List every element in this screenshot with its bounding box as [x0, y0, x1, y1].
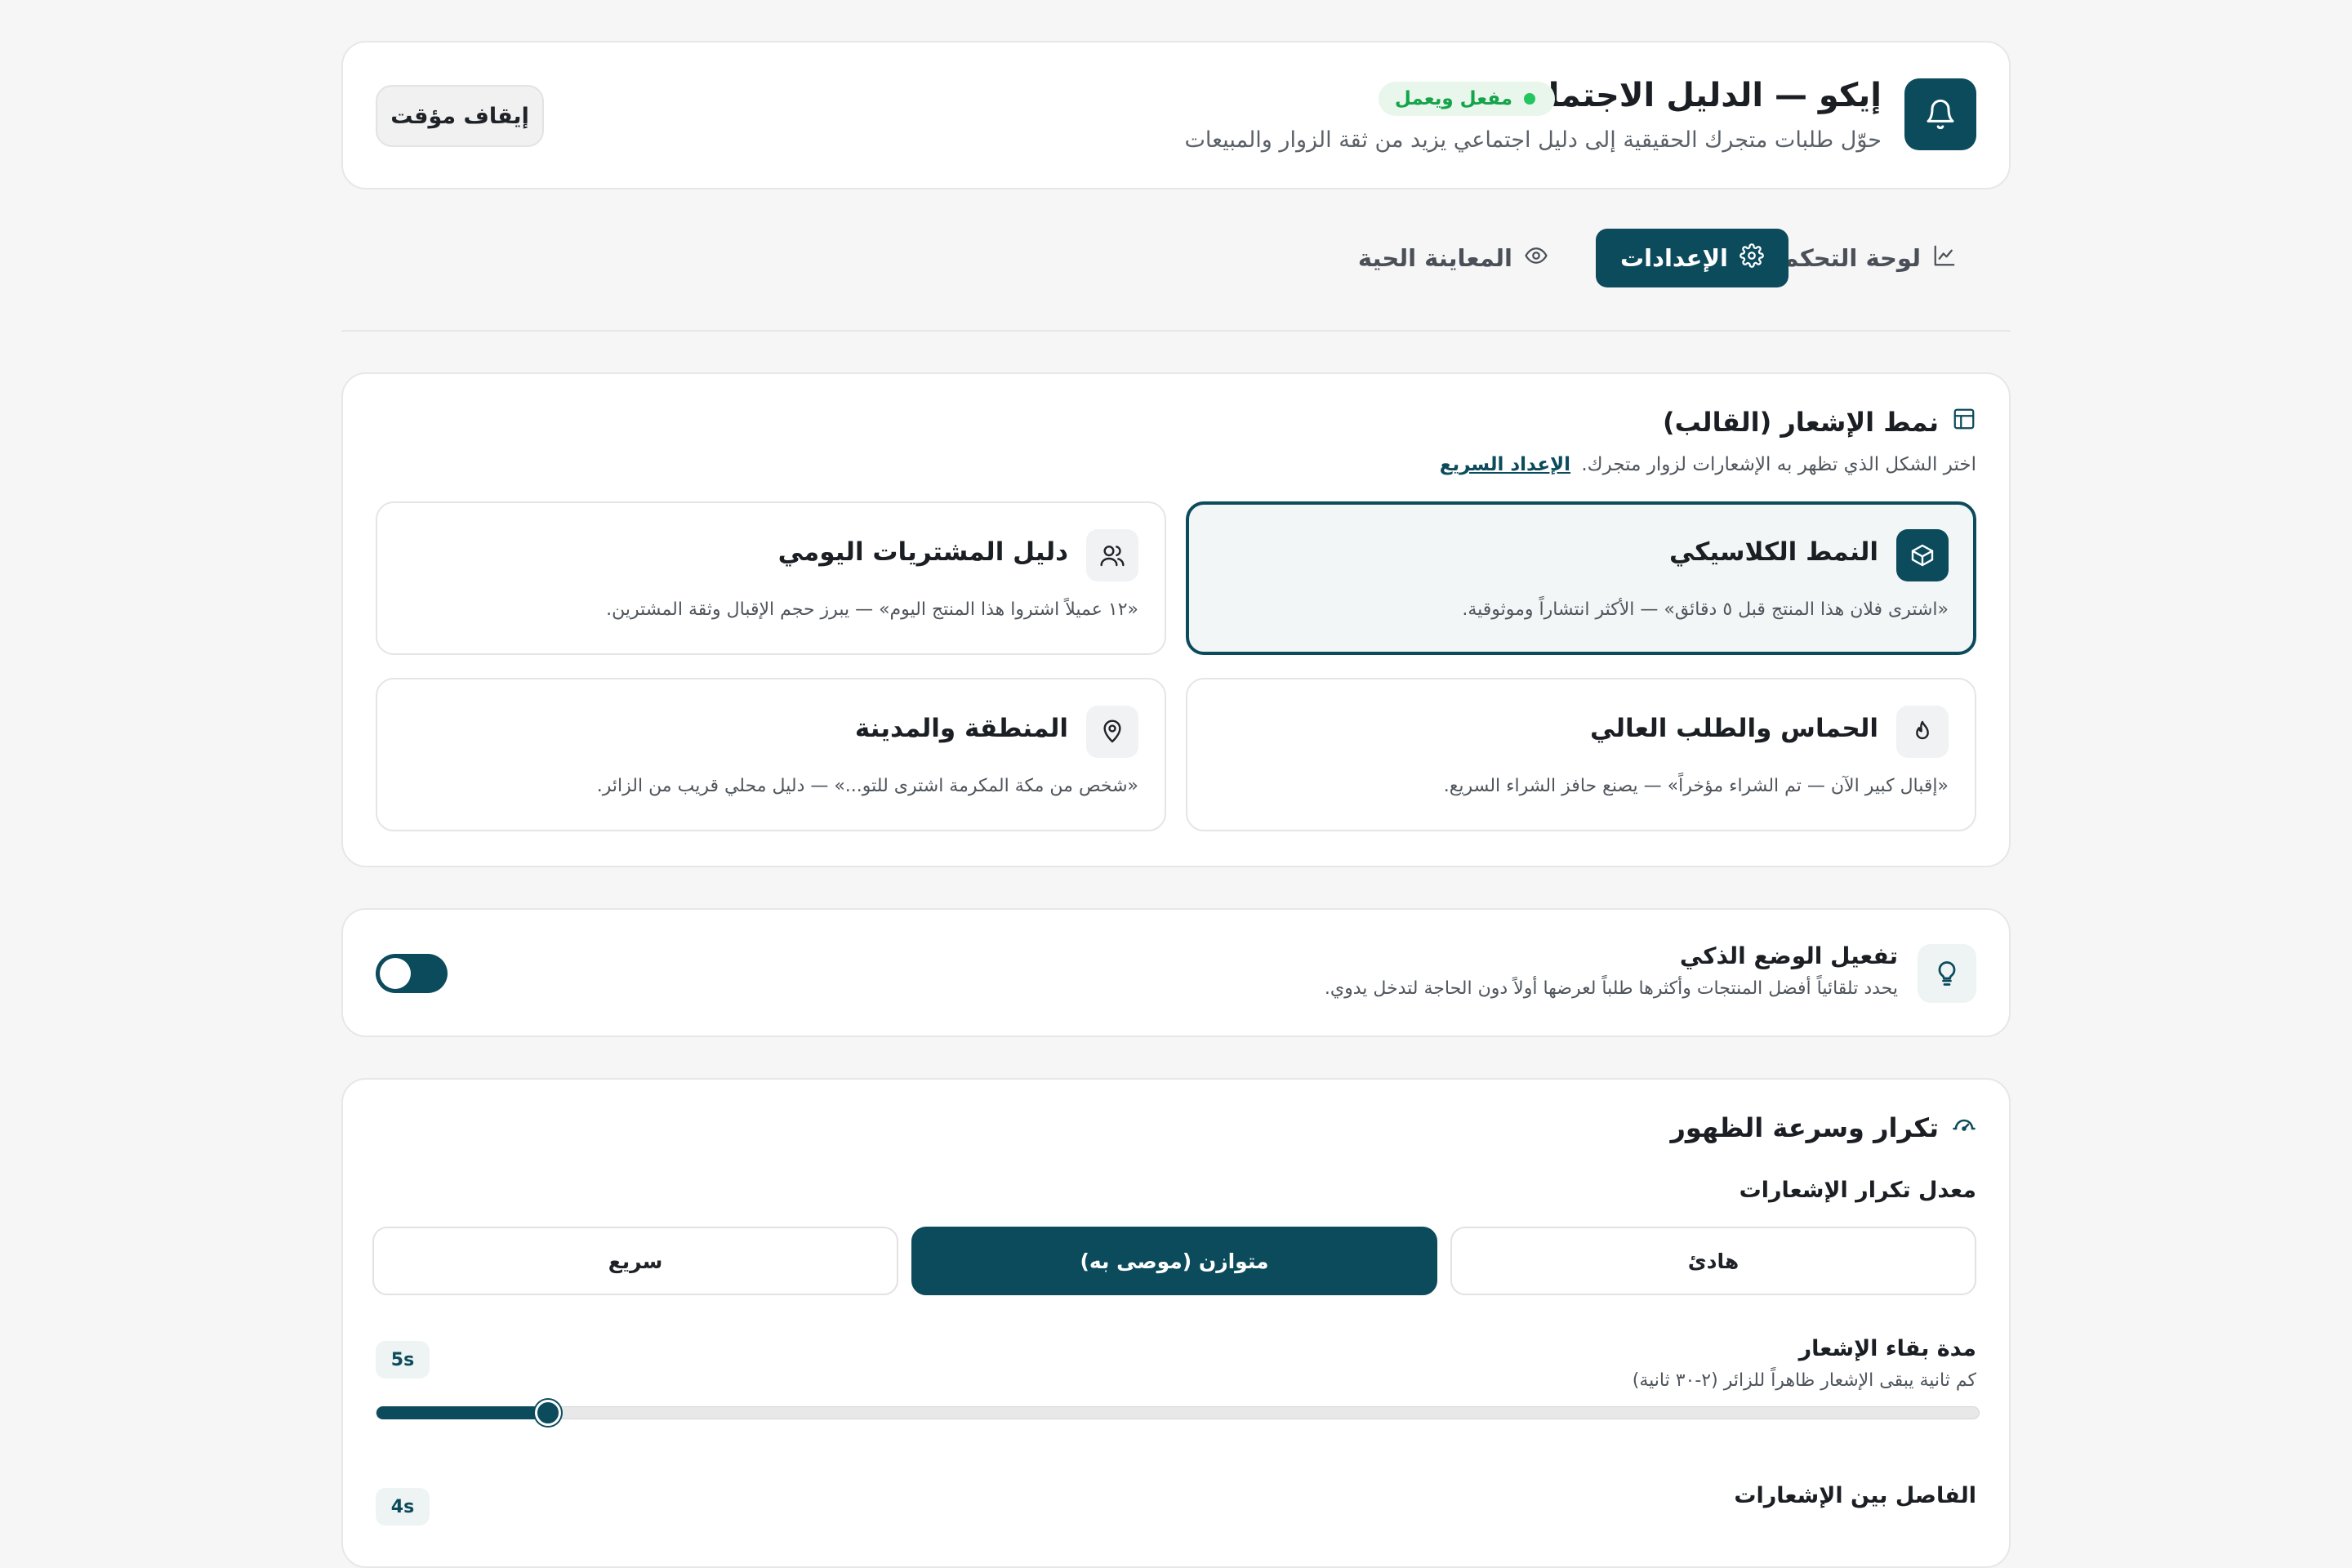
- tab-dashboard-label: لوحة التحكم: [1781, 244, 1921, 272]
- smart-mode-title: تفعيل الوضع الذكي: [1679, 942, 1898, 969]
- lightbulb-icon: [1918, 944, 1976, 1003]
- option-description: «إقبال كبير الآن — تم الشراء مؤخراً» — ي…: [1443, 776, 1949, 796]
- option-description: «١٢ عميلاً اشتروا هذا المنتج اليوم» — يب…: [606, 599, 1138, 620]
- interval-label: الفاصل بين الإشعارات: [1734, 1483, 1976, 1508]
- chart-line-icon: [1932, 243, 1957, 274]
- gauge-icon: [1952, 1112, 1976, 1143]
- tab-live-preview[interactable]: المعاينة الحية: [1334, 229, 1573, 287]
- duration-slider[interactable]: [376, 1400, 1980, 1426]
- status-badge: مفعل ويعمل: [1378, 82, 1555, 116]
- users-icon: [1086, 529, 1138, 581]
- template-section-description: اختر الشكل الذي تظهر به الإشعارات لزوار …: [1440, 454, 1976, 475]
- option-title: دليل المشتريات اليومي: [777, 537, 1068, 567]
- rate-option-fast[interactable]: سريع: [372, 1227, 898, 1295]
- template-section: نمط الإشعار (القالب) اختر الشكل الذي تظه…: [341, 372, 2011, 867]
- rate-label: معدل تكرار الإشعارات: [1739, 1178, 1976, 1203]
- tab-bar: لوحة التحكم الإعدادات المعاينة الحية: [341, 189, 2011, 332]
- duration-label: مدة بقاء الإشعار: [1798, 1336, 1976, 1361]
- smart-mode-subtitle: يحدد تلقائياً أفضل المنتجات وأكثرها طلبا…: [1324, 978, 1898, 999]
- template-option-daily-purchases[interactable]: دليل المشتريات اليومي «١٢ عميلاً اشتروا …: [376, 501, 1166, 655]
- frequency-section: تكرار وسرعة الظهور معدل تكرار الإشعارات …: [341, 1078, 2011, 1568]
- app-header: إيكو — الدليل الاجتماعي مفعل ويعمل حوّل …: [341, 41, 2011, 189]
- template-section-title-text: نمط الإشعار (القالب): [1663, 407, 1939, 438]
- map-pin-icon: [1086, 706, 1138, 758]
- eye-icon: [1524, 243, 1548, 274]
- option-title: النمط الكلاسيكي: [1668, 537, 1878, 567]
- flame-icon: [1896, 706, 1949, 758]
- page-subtitle: حوّل طلبات متجرك الحقيقية إلى دليل اجتما…: [1184, 127, 1882, 153]
- slider-fill: [376, 1406, 548, 1419]
- tab-settings-label: الإعدادات: [1619, 244, 1728, 272]
- box-icon: [1896, 529, 1949, 581]
- slider-thumb[interactable]: [535, 1400, 561, 1426]
- quick-setup-link[interactable]: الإعداد السريع: [1440, 454, 1570, 475]
- template-option-high-demand[interactable]: الحماس والطلب العالي «إقبال كبير الآن — …: [1186, 678, 1976, 831]
- frequency-section-title: تكرار وسرعة الظهور: [1671, 1112, 1977, 1143]
- duration-value-badge: 5s: [376, 1341, 430, 1379]
- smart-mode-section: تفعيل الوضع الذكي يحدد تلقائياً أفضل الم…: [341, 908, 2011, 1037]
- layout-icon: [1952, 407, 1976, 438]
- tab-live-preview-label: المعاينة الحية: [1357, 244, 1512, 272]
- gear-icon: [1740, 243, 1764, 274]
- rate-option-balanced[interactable]: متوازن (موصى به): [911, 1227, 1437, 1295]
- template-option-classic[interactable]: النمط الكلاسيكي «اشترى فلان هذا المنتج ق…: [1186, 501, 1976, 655]
- option-description: «شخص من مكة المكرمة اشترى للتو...» — دلي…: [596, 776, 1138, 796]
- rate-option-calm[interactable]: هادئ: [1450, 1227, 1976, 1295]
- template-option-region-city[interactable]: المنطقة والمدينة «شخص من مكة المكرمة اشت…: [376, 678, 1166, 831]
- toggle-knob: [380, 958, 411, 989]
- template-section-title: نمط الإشعار (القالب): [1663, 407, 1976, 438]
- option-title: المنطقة والمدينة: [854, 714, 1068, 743]
- pause-button[interactable]: إيقاف مؤقت: [376, 85, 544, 147]
- tab-dashboard[interactable]: لوحة التحكم: [1757, 229, 1981, 287]
- bell-icon: [1904, 78, 1976, 150]
- status-dot-icon: [1524, 93, 1535, 105]
- template-description-text: اختر الشكل الذي تظهر به الإشعارات لزوار …: [1581, 454, 1976, 475]
- option-description: «اشترى فلان هذا المنتج قبل ٥ دقائق» — ال…: [1462, 599, 1949, 620]
- option-title: الحماس والطلب العالي: [1589, 714, 1878, 743]
- duration-subtitle: كم ثانية يبقى الإشعار ظاهراً للزائر (٢-٣…: [1632, 1370, 1976, 1391]
- status-badge-label: مفعل ويعمل: [1394, 88, 1512, 109]
- interval-value-badge: 4s: [376, 1488, 430, 1526]
- smart-mode-toggle[interactable]: [376, 954, 448, 993]
- frequency-section-title-text: تكرار وسرعة الظهور: [1670, 1112, 1940, 1143]
- tab-settings[interactable]: الإعدادات: [1595, 229, 1788, 287]
